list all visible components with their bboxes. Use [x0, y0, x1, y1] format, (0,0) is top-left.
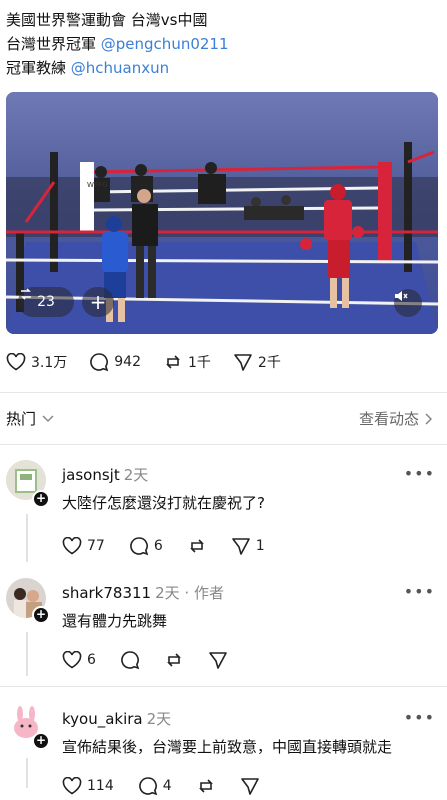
repost-icon	[189, 539, 204, 553]
send-icon	[234, 354, 252, 371]
caption-line-2-text: 台灣世界冠軍	[6, 35, 101, 53]
caption-line-3-text: 冠軍教練	[6, 59, 71, 77]
follow-plus-icon[interactable]: +	[32, 606, 50, 624]
comment-repost-button[interactable]	[164, 650, 184, 670]
view-activity-link[interactable]: 查看动态	[359, 408, 433, 429]
comment-reply-button[interactable]: 4	[138, 776, 172, 796]
video-repost-count: 23	[37, 294, 55, 310]
plus-icon: +	[89, 290, 107, 314]
video-repost-chip[interactable]: 23	[18, 287, 74, 317]
comment-bubble-icon	[90, 353, 109, 372]
post-action-bar: 3.1万 942 1千 2千	[6, 352, 303, 372]
comment-share-button[interactable]: 1	[231, 536, 265, 556]
like-button[interactable]: 3.1万	[6, 352, 67, 372]
thread-line	[26, 758, 28, 788]
comment-like-count: 77	[87, 538, 105, 554]
comment-like-count: 6	[87, 652, 96, 668]
comment-text: 大陸仔怎麼還沒打就在慶祝了?	[62, 494, 265, 512]
comment-time: 2天	[123, 466, 149, 484]
comment-reply-count: 4	[162, 778, 172, 794]
comment-reply-count: 6	[153, 538, 163, 554]
repost-icon	[198, 779, 213, 793]
divider	[0, 392, 447, 393]
comment-action-bar: 6	[62, 650, 252, 670]
comment-text: 還有體力先跳舞	[62, 612, 168, 630]
comment-like-button[interactable]: 114	[62, 777, 114, 795]
comment-username[interactable]: kyou_akira	[62, 710, 143, 728]
heart-icon	[6, 353, 26, 371]
repost-icon	[166, 355, 180, 369]
thread-line	[26, 632, 28, 676]
comment-repost-button[interactable]	[196, 776, 216, 796]
comment-username[interactable]: jasonsjt	[62, 466, 120, 484]
comment-share-button[interactable]	[208, 650, 228, 670]
comment-sort-bar: 热门 查看动态	[0, 404, 447, 432]
comment-bubble-icon	[121, 651, 140, 670]
video-player[interactable]: WPFG 23 +	[6, 92, 438, 334]
divider	[0, 686, 447, 687]
heart-icon	[62, 651, 82, 669]
comment-text: 宣佈結果後，台灣要上前致意，中國直接轉頭就走	[62, 738, 393, 756]
comment-header: kyou_akira 2天	[62, 708, 171, 729]
share-button[interactable]: 2千	[233, 352, 281, 372]
comment-username[interactable]: shark78311	[62, 584, 151, 602]
repost-icon	[21, 288, 31, 300]
comment-bubble-icon	[138, 777, 158, 796]
chevron-down-icon	[42, 414, 54, 422]
sort-dropdown[interactable]: 热门	[6, 408, 54, 429]
ring-post-label: WPFG	[87, 181, 108, 189]
comment-action-bar: 77 6 1	[62, 536, 289, 556]
send-icon	[240, 778, 259, 795]
like-count: 3.1万	[31, 355, 68, 371]
comment-reply-button[interactable]: 6	[129, 536, 163, 556]
video-mute-button[interactable]	[394, 289, 422, 317]
comment-repost-button[interactable]	[187, 536, 207, 556]
caption-line-1: 美國世界警運動會 台灣vs中國	[6, 11, 208, 29]
comment-like-count: 114	[87, 778, 114, 794]
comment-like-button[interactable]: 77	[62, 537, 105, 555]
comment-reply-button[interactable]	[120, 650, 140, 670]
caption-line-3: 冠軍教練 @hchuanxun	[6, 56, 229, 80]
follow-plus-icon[interactable]: +	[32, 490, 50, 508]
more-options-icon[interactable]: •••	[404, 464, 435, 483]
comment-time: 2天	[146, 710, 172, 728]
view-activity-label: 查看动态	[358, 410, 419, 428]
thread-line	[26, 514, 28, 562]
send-icon	[231, 538, 250, 555]
video-add-button[interactable]: +	[82, 287, 114, 317]
divider	[0, 444, 447, 445]
author-tag: · 作者	[184, 584, 224, 602]
repost-count: 1千	[188, 355, 211, 371]
speaker-muted-icon	[395, 291, 408, 301]
share-count: 2千	[257, 355, 281, 371]
follow-plus-icon[interactable]: +	[32, 732, 50, 750]
more-options-icon[interactable]: •••	[404, 708, 435, 727]
mention-link-pengchun[interactable]: @pengchun0211	[101, 35, 229, 53]
comment-header: jasonsjt 2天	[62, 464, 148, 485]
comment-share-count: 1	[255, 538, 265, 554]
comment-action-bar: 114 4	[62, 776, 284, 796]
sort-label: 热门	[6, 410, 37, 428]
comment-time: 2天	[155, 584, 180, 602]
send-icon	[209, 652, 227, 669]
comment-header: shark78311 2天 · 作者	[62, 582, 224, 603]
comment-count: 942	[114, 354, 141, 370]
mention-link-hchuanxun[interactable]: @hchuanxun	[71, 59, 169, 77]
repost-icon	[166, 653, 181, 667]
comment-like-button[interactable]: 6	[62, 651, 96, 669]
more-options-icon[interactable]: •••	[404, 582, 435, 601]
post-caption: 美國世界警運動會 台灣vs中國 台灣世界冠軍 @pengchun0211 冠軍教…	[6, 8, 229, 80]
heart-icon	[62, 777, 82, 795]
repost-button[interactable]: 1千	[163, 352, 211, 372]
heart-icon	[62, 537, 82, 555]
comment-bubble-icon	[130, 537, 149, 556]
comment-button[interactable]: 942	[89, 352, 141, 372]
caption-line-2: 台灣世界冠軍 @pengchun0211	[6, 32, 229, 56]
comment-share-button[interactable]	[240, 776, 260, 796]
chevron-right-icon	[425, 412, 433, 425]
